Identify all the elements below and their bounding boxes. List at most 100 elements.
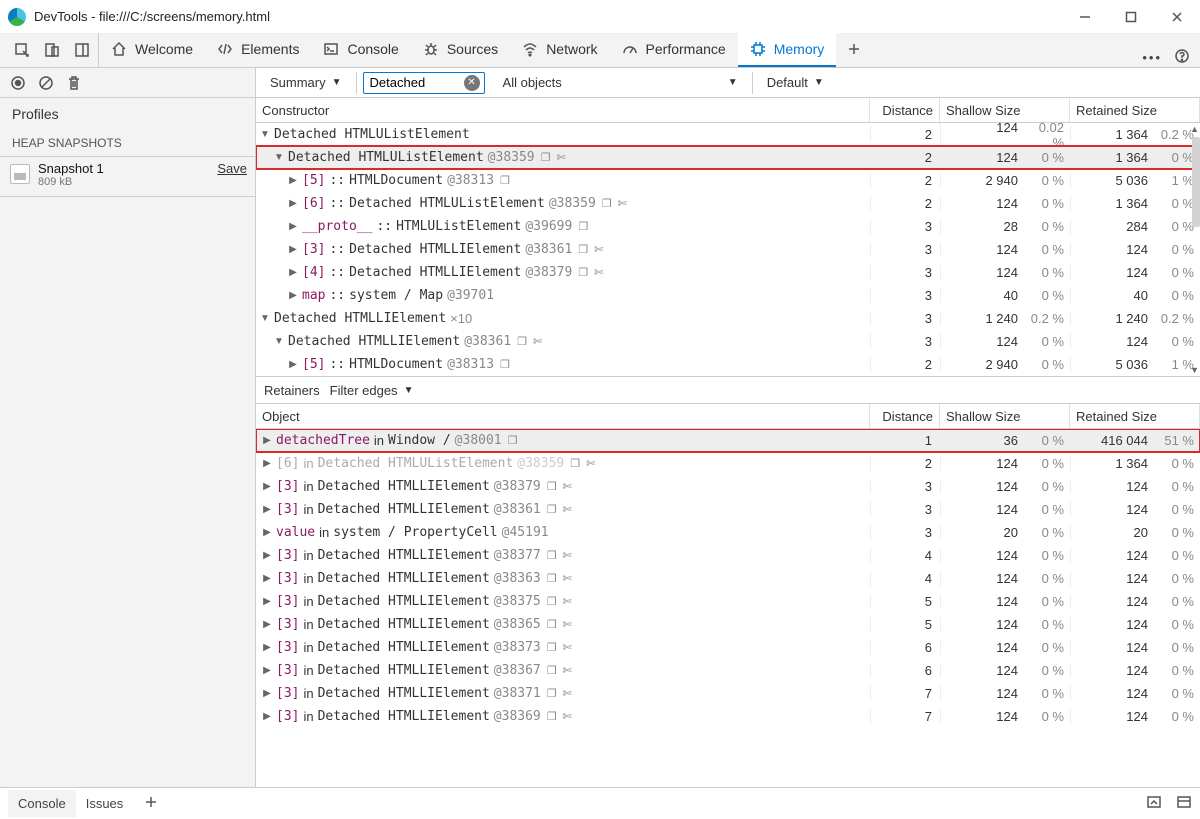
scissors-icon[interactable]: ✄ bbox=[563, 641, 572, 654]
col-constructor[interactable]: Constructor bbox=[256, 98, 870, 122]
table-row[interactable]: ▶value in system / PropertyCell @4519132… bbox=[256, 521, 1200, 544]
table-row[interactable]: ▶map :: system / Map @397013400 %400 % bbox=[256, 284, 1200, 307]
table-row[interactable]: ▶[3] in Detached HTMLLIElement @38363❐✄4… bbox=[256, 567, 1200, 590]
record-icon[interactable] bbox=[10, 75, 26, 91]
open-icon[interactable]: ❐ bbox=[547, 687, 557, 700]
open-icon[interactable]: ❐ bbox=[578, 266, 588, 279]
drawer-tab-console[interactable]: Console bbox=[8, 790, 76, 817]
table-row[interactable]: ▶[3] in Detached HTMLLIElement @38377❐✄4… bbox=[256, 544, 1200, 567]
scissors-icon[interactable]: ✄ bbox=[563, 710, 572, 723]
expand-icon[interactable]: ▶ bbox=[262, 435, 272, 446]
scrollbar[interactable] bbox=[1192, 137, 1200, 227]
col-shallow[interactable]: Shallow Size bbox=[940, 98, 1070, 122]
more-icon[interactable]: ••• bbox=[1142, 50, 1162, 65]
scissors-icon[interactable]: ✄ bbox=[563, 664, 572, 677]
expand-icon[interactable]: ▶ bbox=[262, 458, 272, 469]
open-icon[interactable]: ❐ bbox=[547, 549, 557, 562]
tab-elements[interactable]: Elements bbox=[205, 33, 311, 67]
table-row[interactable]: ▼Detached HTMLLIElement @38361❐✄31240 %1… bbox=[256, 330, 1200, 353]
tab-network[interactable]: Network bbox=[510, 33, 609, 67]
col-object[interactable]: Object bbox=[256, 404, 870, 428]
scissors-icon[interactable]: ✄ bbox=[563, 618, 572, 631]
table-row[interactable]: ▶[6] :: Detached HTMLUListElement @38359… bbox=[256, 192, 1200, 215]
table-row[interactable]: ▼Detached HTMLUListElement @38359❐✄21240… bbox=[256, 146, 1200, 169]
table-row[interactable]: ▶[3] in Detached HTMLLIElement @38367❐✄6… bbox=[256, 659, 1200, 682]
table-row[interactable]: ▶[3] in Detached HTMLLIElement @38379❐✄3… bbox=[256, 475, 1200, 498]
expand-icon[interactable]: ▶ bbox=[288, 359, 298, 370]
scissors-icon[interactable]: ✄ bbox=[594, 243, 603, 256]
expand-icon[interactable]: ▶ bbox=[262, 573, 272, 584]
table-row[interactable]: ▶[4] :: Detached HTMLLIElement @38379❐✄3… bbox=[256, 261, 1200, 284]
table-row[interactable]: ▶detachedTree in Window / @38001❐1360 %4… bbox=[256, 429, 1200, 452]
expand-icon[interactable]: ▶ bbox=[262, 665, 272, 676]
tab-welcome[interactable]: Welcome bbox=[99, 33, 205, 67]
scissors-icon[interactable]: ✄ bbox=[533, 335, 542, 348]
open-icon[interactable]: ❐ bbox=[500, 174, 510, 187]
scissors-icon[interactable]: ✄ bbox=[557, 151, 566, 164]
table-row[interactable]: ▶[3] in Detached HTMLLIElement @38361❐✄3… bbox=[256, 498, 1200, 521]
table-row[interactable]: ▶[5] :: HTMLDocument @38313❐22 9400 %5 0… bbox=[256, 169, 1200, 192]
open-icon[interactable]: ❐ bbox=[570, 457, 580, 470]
tab-performance[interactable]: Performance bbox=[610, 33, 738, 67]
clear-filter-icon[interactable]: ✕ bbox=[464, 75, 480, 91]
expand-icon[interactable]: ▶ bbox=[262, 527, 272, 538]
col-distance[interactable]: Distance bbox=[870, 98, 940, 122]
device-icon[interactable] bbox=[44, 42, 60, 58]
table-row[interactable]: ▶[6] in Detached HTMLUListElement @38359… bbox=[256, 452, 1200, 475]
col-retained[interactable]: Retained Size bbox=[1070, 404, 1200, 428]
scissors-icon[interactable]: ✄ bbox=[563, 549, 572, 562]
table-row[interactable]: ▶[3] in Detached HTMLLIElement @38373❐✄6… bbox=[256, 636, 1200, 659]
expand-icon[interactable]: ▶ bbox=[262, 642, 272, 653]
open-icon[interactable]: ❐ bbox=[547, 641, 557, 654]
scroll-down-icon[interactable]: ▼ bbox=[1190, 365, 1199, 375]
allobjects-dropdown[interactable]: All objects▼ bbox=[495, 71, 746, 95]
expand-icon[interactable]: ▶ bbox=[262, 688, 272, 699]
help-icon[interactable] bbox=[1174, 48, 1190, 67]
col-retained[interactable]: Retained Size bbox=[1070, 98, 1200, 122]
open-icon[interactable]: ❐ bbox=[547, 618, 557, 631]
open-icon[interactable]: ❐ bbox=[578, 220, 588, 233]
filter-edges-dropdown[interactable]: Filter edges▼ bbox=[330, 378, 414, 402]
table-row[interactable]: ▶[3] in Detached HTMLLIElement @38365❐✄5… bbox=[256, 613, 1200, 636]
dock-icon[interactable] bbox=[74, 42, 90, 58]
clear-icon[interactable] bbox=[38, 75, 54, 91]
open-icon[interactable]: ❐ bbox=[547, 572, 557, 585]
class-filter-text[interactable] bbox=[370, 75, 460, 90]
expand-icon[interactable]: ▶ bbox=[262, 596, 272, 607]
expand-icon[interactable]: ▶ bbox=[262, 711, 272, 722]
open-icon[interactable]: ❐ bbox=[508, 434, 518, 447]
open-icon[interactable]: ❐ bbox=[547, 503, 557, 516]
table-row[interactable]: ▶[5] :: HTMLDocument @38313❐22 9400 %5 0… bbox=[256, 353, 1200, 376]
table-row[interactable]: ▶__proto__ :: HTMLUListElement @39699❐32… bbox=[256, 215, 1200, 238]
tab-sources[interactable]: Sources bbox=[411, 33, 510, 67]
table-row[interactable]: ▶[3] in Detached HTMLLIElement @38371❐✄7… bbox=[256, 682, 1200, 705]
expand-icon[interactable]: ▶ bbox=[288, 290, 298, 301]
scissors-icon[interactable]: ✄ bbox=[594, 266, 603, 279]
drawer-new-tab[interactable] bbox=[133, 788, 169, 819]
minimize-button[interactable] bbox=[1062, 0, 1108, 34]
scroll-up-icon[interactable]: ▲ bbox=[1190, 124, 1199, 134]
table-row[interactable]: ▶[3] :: Detached HTMLLIElement @38361❐✄3… bbox=[256, 238, 1200, 261]
table-row[interactable]: ▼Detached HTMLLIElement ×1031 2400.2 %1 … bbox=[256, 307, 1200, 330]
open-icon[interactable]: ❐ bbox=[541, 151, 551, 164]
tab-console[interactable]: Console bbox=[311, 33, 410, 67]
open-icon[interactable]: ❐ bbox=[547, 480, 557, 493]
col-shallow[interactable]: Shallow Size bbox=[940, 404, 1070, 428]
delete-icon[interactable] bbox=[66, 75, 82, 91]
tab-memory[interactable]: Memory bbox=[738, 33, 837, 67]
expand-icon[interactable]: ▼ bbox=[274, 152, 284, 163]
open-icon[interactable]: ❐ bbox=[578, 243, 588, 256]
table-row[interactable]: ▶[3] in Detached HTMLLIElement @38369❐✄7… bbox=[256, 705, 1200, 728]
expand-icon[interactable]: ▼ bbox=[260, 313, 270, 324]
table-row[interactable]: ▼Detached HTMLUListElement21240.02 %1 36… bbox=[256, 123, 1200, 146]
expand-icon[interactable]: ▶ bbox=[262, 550, 272, 561]
snapshot-save-link[interactable]: Save bbox=[217, 161, 247, 176]
drawer-issues-icon[interactable] bbox=[1146, 794, 1162, 813]
scissors-icon[interactable]: ✄ bbox=[563, 687, 572, 700]
scissors-icon[interactable]: ✄ bbox=[563, 480, 572, 493]
scissors-icon[interactable]: ✄ bbox=[618, 197, 627, 210]
class-filter-input[interactable]: ✕ bbox=[363, 72, 485, 94]
open-icon[interactable]: ❐ bbox=[517, 335, 527, 348]
expand-icon[interactable]: ▼ bbox=[260, 129, 270, 140]
expand-icon[interactable]: ▶ bbox=[288, 198, 298, 209]
